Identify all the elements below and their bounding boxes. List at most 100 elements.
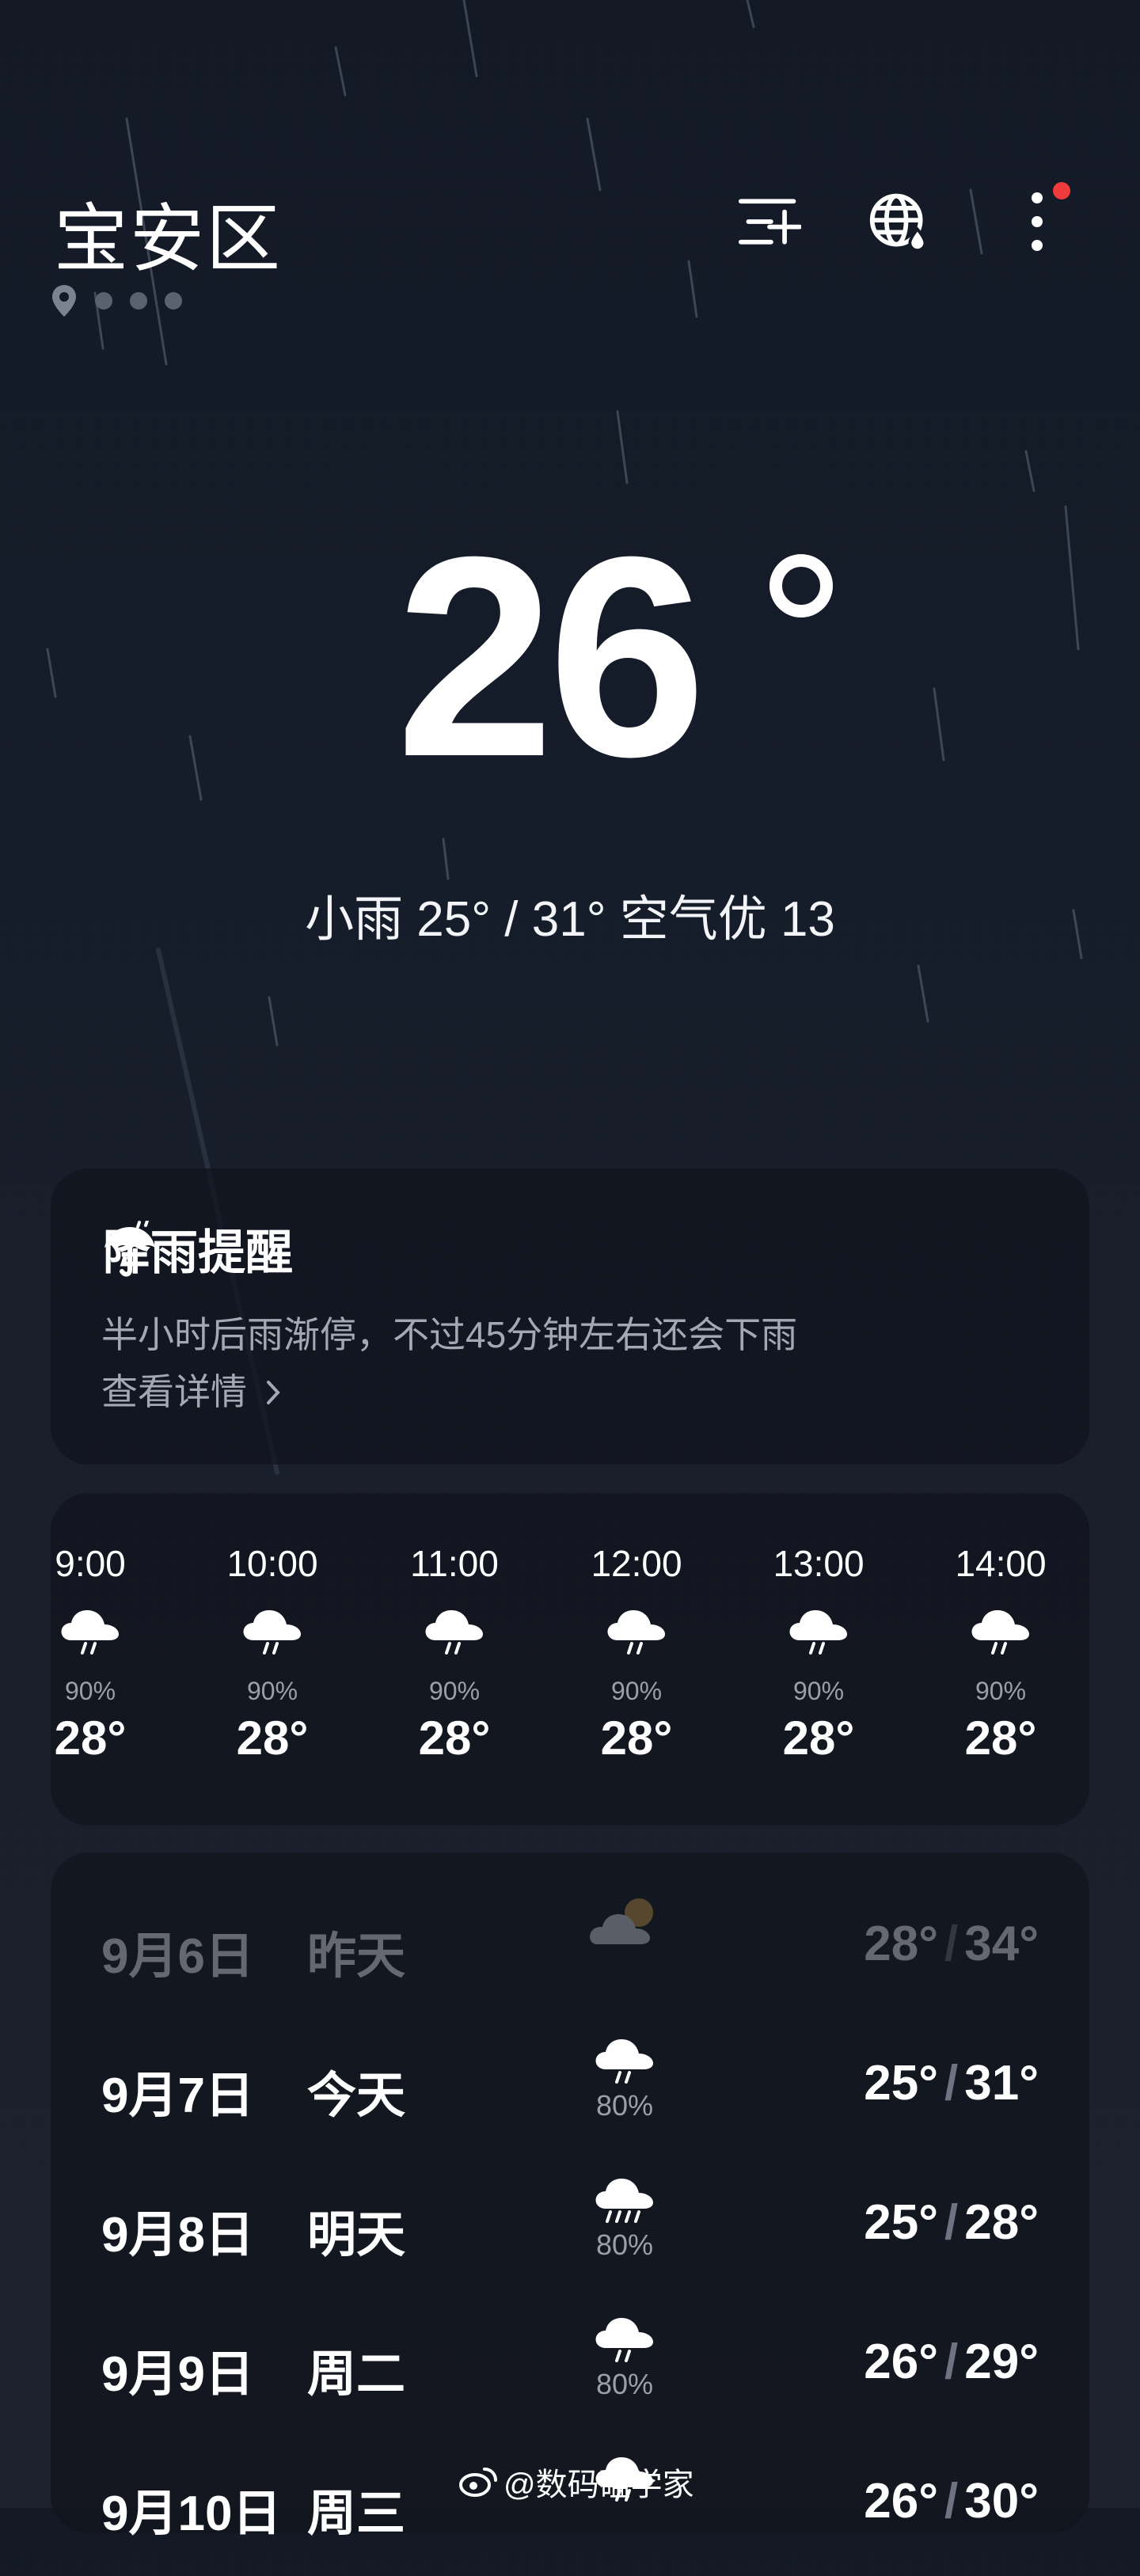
hourly-precip-chance: 90% — [64, 1677, 116, 1705]
daily-low-temp: 26° — [864, 2335, 938, 2389]
global-weather-button[interactable] — [868, 190, 931, 253]
rain-cloud-icon — [383, 1605, 526, 1674]
daily-day-label: 今天 — [307, 2069, 406, 2123]
hourly-time: 14:00 — [955, 1543, 1047, 1584]
daily-day-label: 周三 — [307, 2487, 406, 2541]
range-separator: / — [944, 2474, 959, 2529]
hourly-forecast-card[interactable]: 9:00 90% 28° 10:00 90% 28° 11:00 90% 28° 12:00 90%… — [51, 1493, 1089, 1826]
daily-low-temp: 26° — [864, 2474, 938, 2529]
hourly-item[interactable]: 13:00 90% 28° — [747, 1493, 890, 1765]
hourly-item[interactable]: 11:00 90% 28° — [383, 1493, 526, 1765]
daily-row[interactable]: 9月7日 今天 80% 25°/31° — [51, 2023, 1089, 2158]
daily-day-label: 昨天 — [307, 1929, 406, 1984]
daily-date: 9月8日 — [101, 2208, 254, 2263]
range-separator: / — [944, 2056, 959, 2111]
hourly-precip-chance: 90% — [246, 1677, 298, 1705]
range-separator: / — [944, 2335, 959, 2389]
watermark-text: @数码磕学家 — [504, 2468, 694, 2502]
heavy-rain-icon — [591, 2174, 658, 2230]
rain-cloud-icon — [747, 1605, 890, 1674]
range-separator: / — [944, 2195, 959, 2250]
rain-cloud-icon — [201, 1605, 344, 1674]
chevron-right-icon — [266, 1381, 280, 1404]
hourly-temperature: 28° — [964, 1712, 1037, 1765]
daily-high-temp: 28° — [964, 2195, 1039, 2250]
rain-alert-title: 降雨提醒 — [103, 1226, 293, 1279]
page-dot[interactable] — [130, 292, 147, 310]
daily-low-temp: 25° — [864, 2195, 938, 2250]
daily-temp-range: 26°/29° — [864, 2334, 1039, 2390]
daily-weather: 80% — [581, 2174, 668, 2262]
rain-cloud-icon — [929, 1605, 1072, 1674]
hourly-time: 12:00 — [591, 1543, 682, 1584]
daily-temp-range: 26°/30° — [864, 2473, 1039, 2529]
city-name[interactable]: 宝安区 — [54, 179, 282, 287]
watermark: @数码磕学家 — [459, 2459, 694, 2505]
daily-date: 9月7日 — [101, 2069, 254, 2123]
hourly-temperature: 28° — [54, 1712, 127, 1765]
more-menu-button[interactable] — [1005, 182, 1070, 253]
hourly-item[interactable]: 10:00 90% 28° — [201, 1493, 344, 1765]
hourly-time: 13:00 — [773, 1543, 864, 1584]
hourly-item[interactable]: 14:00 90% 28° — [929, 1493, 1072, 1765]
add-list-icon — [738, 199, 801, 245]
location-pin-icon — [52, 285, 76, 317]
daily-row[interactable]: 9月8日 明天 80% 25°/28° — [51, 2163, 1089, 2297]
daily-temp-range: 25°/28° — [864, 2194, 1039, 2251]
rain-cloud-icon — [51, 1605, 162, 1674]
rain-cloud-icon — [591, 2035, 658, 2091]
page-indicator — [51, 283, 182, 318]
hourly-precip-chance: 90% — [428, 1677, 481, 1705]
hourly-temperature: 28° — [418, 1712, 491, 1765]
add-city-button[interactable] — [738, 190, 801, 253]
rain-cloud-icon — [591, 2313, 658, 2369]
weibo-logo-icon — [459, 2468, 497, 2497]
daily-day-label: 明天 — [307, 2208, 406, 2263]
hourly-item[interactable]: 9:00 90% 28° — [51, 1493, 162, 1765]
daily-low-temp: 28° — [864, 1917, 938, 1971]
daily-row[interactable]: 9月9日 周二 80% 26°/29° — [51, 2302, 1089, 2437]
details-link-label: 查看详情 — [101, 1371, 247, 1412]
rain-alert-details-link[interactable]: 查看详情 — [101, 1363, 283, 1415]
daily-high-temp: 30° — [964, 2474, 1039, 2529]
page-dot[interactable] — [95, 292, 112, 310]
hourly-time: 10:00 — [226, 1543, 318, 1584]
rain-alert-description: 半小时后雨渐停，不过45分钟左右还会下雨 — [101, 1314, 798, 1355]
notification-badge — [1053, 182, 1070, 199]
daily-precip-chance: 80% — [595, 2089, 654, 2122]
daily-weather: 80% — [581, 2313, 668, 2401]
hourly-temperature: 28° — [236, 1712, 309, 1765]
current-temperature: 26 — [396, 498, 706, 816]
daily-high-temp: 31° — [964, 2056, 1039, 2111]
hourly-item[interactable]: 12:00 90% 28° — [565, 1493, 708, 1765]
daily-row[interactable]: 9月6日 昨天 28°/34° — [51, 1884, 1089, 2019]
hourly-precip-chance: 90% — [792, 1677, 845, 1705]
daily-date: 9月9日 — [101, 2347, 254, 2402]
hourly-precip-chance: 90% — [975, 1677, 1027, 1705]
daily-high-temp: 29° — [964, 2335, 1039, 2389]
daily-weather — [581, 1895, 668, 1953]
partly-cloudy-icon — [587, 1895, 663, 1955]
daily-weather: 80% — [581, 2035, 668, 2122]
range-separator: / — [944, 1917, 959, 1971]
daily-high-temp: 34° — [964, 1917, 1039, 1971]
degree-symbol — [770, 554, 833, 617]
page-dot[interactable] — [165, 292, 182, 310]
daily-day-label: 周二 — [307, 2347, 406, 2402]
daily-date: 9月6日 — [101, 1929, 254, 1984]
daily-low-temp: 25° — [864, 2056, 938, 2111]
daily-precip-chance: 80% — [595, 2228, 654, 2261]
daily-temp-range: 25°/31° — [864, 2055, 1039, 2111]
header: 宝安区 — [0, 0, 1140, 332]
daily-temp-range: 28°/34° — [864, 1916, 1039, 1972]
weather-summary[interactable]: 小雨 25° / 31° 空气优 13 — [0, 879, 1140, 950]
hourly-time: 9:00 — [55, 1543, 126, 1584]
hourly-temperature: 28° — [782, 1712, 855, 1765]
hourly-time: 11:00 — [410, 1543, 499, 1584]
rain-cloud-icon — [565, 1605, 708, 1674]
more-vertical-icon — [1032, 192, 1043, 251]
daily-date: 9月10日 — [101, 2487, 282, 2541]
hourly-temperature: 28° — [600, 1712, 673, 1765]
hourly-precip-chance: 90% — [610, 1677, 663, 1705]
globe-icon — [869, 193, 927, 253]
